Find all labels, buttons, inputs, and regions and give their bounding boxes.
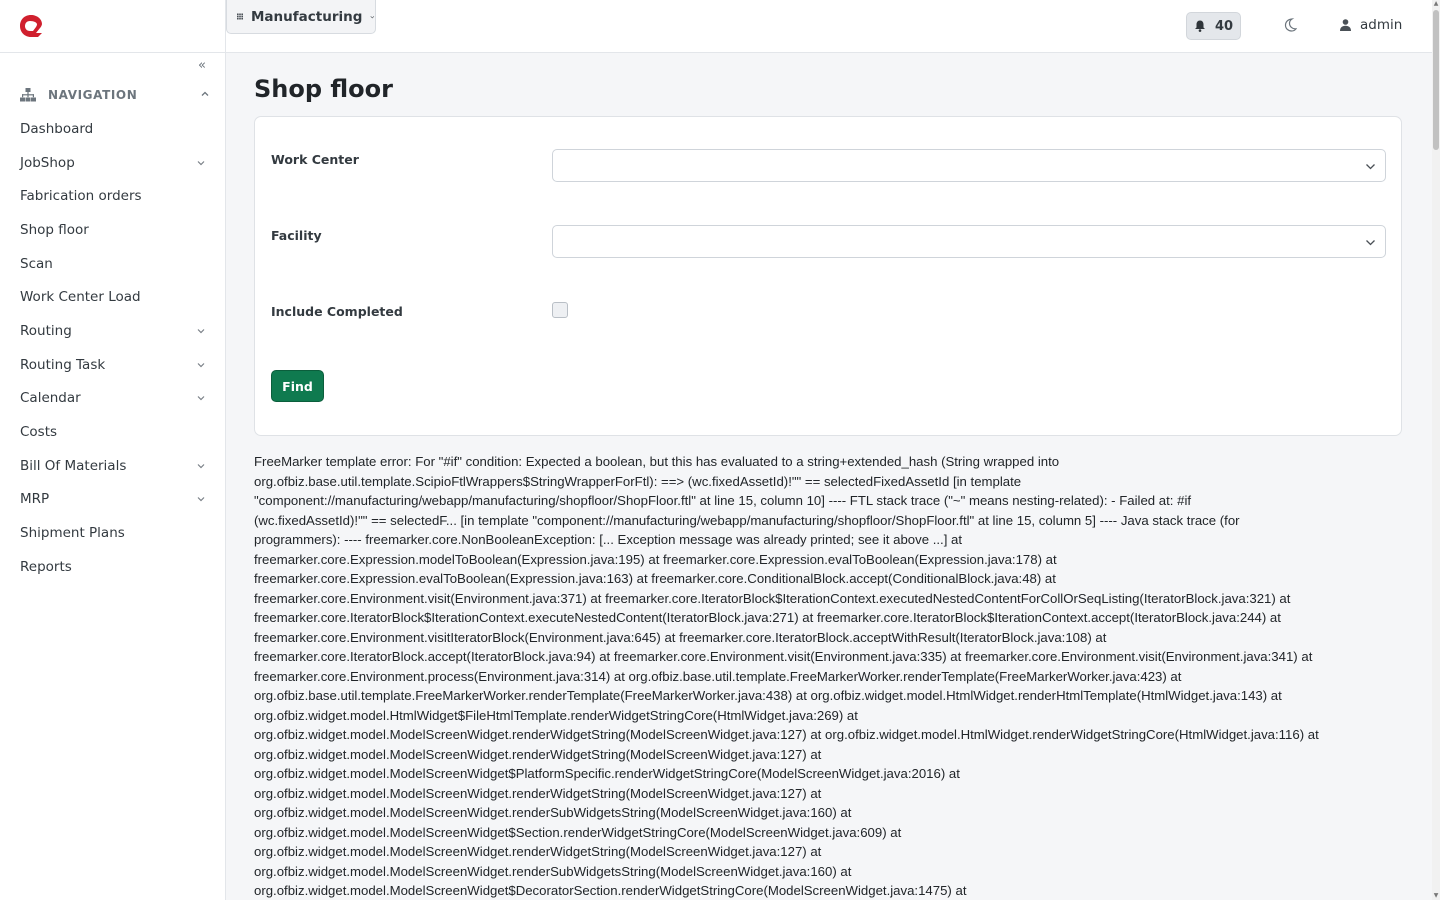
error-line: freemarker.core.IteratorBlock.accept(Ite…: [254, 649, 1313, 664]
sidebar-item-label: Scan: [20, 255, 53, 272]
error-line: org.ofbiz.widget.model.ModelScreenWidget…: [254, 824, 902, 840]
error-line: freemarker.core.IteratorBlock$IterationC…: [254, 610, 1281, 625]
sidebar-item-fabrication-orders[interactable]: Fabrication orders: [0, 179, 226, 213]
sidebar-item-label: Routing: [20, 322, 72, 339]
search-form-card: Work Center Facility Include Completed F…: [254, 116, 1402, 436]
error-line: freemarker.core.Expression.evalToBoolean…: [254, 571, 1056, 586]
sidebar-item-label: Reports: [20, 558, 72, 575]
user-icon: [1340, 19, 1351, 31]
chevron-down-icon: [1366, 164, 1375, 170]
chevron-down-icon: [197, 329, 205, 334]
chevron-down-icon: [370, 15, 375, 18]
sidebar-item-routing-task[interactable]: Routing Task: [0, 348, 226, 382]
notification-count: 40: [1214, 18, 1234, 34]
error-line: org.ofbiz.widget.model.ModelScreenWidget…: [254, 805, 852, 820]
error-line: org.ofbiz.base.util.template.ScipioFtlWr…: [254, 473, 1022, 489]
chevron-down-icon: [197, 362, 205, 368]
error-line: org.ofbiz.widget.model.ModelScreenWidget…: [254, 844, 822, 859]
scroll-up-arrow-icon[interactable]: ▲: [1432, 0, 1440, 8]
error-line: org.ofbiz.widget.model.ModelScreenWidget…: [254, 785, 822, 801]
sitemap-icon: [20, 88, 36, 102]
error-line: org.ofbiz.widget.model.ModelScreenWidget…: [254, 863, 852, 879]
sidebar-item-reports[interactable]: Reports: [0, 550, 226, 584]
sidebar-item-label: Fabrication orders: [20, 188, 142, 205]
page-scrollbar[interactable]: ▲ ▼: [1432, 0, 1440, 900]
app-name: Manufacturing: [251, 8, 363, 25]
sidebar-item-routing[interactable]: Routing: [0, 314, 226, 348]
moon-icon[interactable]: [1283, 18, 1297, 32]
logo-area: [0, 0, 225, 53]
sidebar-item-shipment-plans[interactable]: Shipment Plans: [0, 516, 226, 550]
error-line: (wc.fixedAssetId)!"" == selectedF... [in…: [254, 512, 1240, 528]
sidebar-item-calendar[interactable]: Calendar: [0, 382, 226, 416]
freemarker-error-message: FreeMarker template error: For "#if" con…: [254, 452, 1394, 900]
error-line: org.ofbiz.base.util.template.FreeMarkerW…: [254, 688, 1282, 703]
sidebar-item-label: Costs: [20, 424, 58, 441]
collapse-sidebar-icon[interactable]: «: [198, 58, 206, 73]
sidebar-item-label: Shipment Plans: [20, 525, 125, 542]
brand-logo-icon[interactable]: [18, 13, 44, 39]
chevron-down-icon: [197, 463, 205, 469]
error-line: org.ofbiz.widget.model.ModelScreenWidget…: [254, 883, 967, 898]
facility-select[interactable]: [552, 225, 1386, 258]
work-center-label: Work Center: [271, 152, 359, 167]
include-completed-label: Include Completed: [271, 304, 403, 319]
nav-section-label: NAVIGATION: [48, 88, 138, 102]
work-center-select[interactable]: [552, 149, 1386, 182]
error-line: org.ofbiz.widget.model.ModelScreenWidget…: [254, 727, 1319, 742]
sidebar-item-jobshop[interactable]: JobShop: [0, 146, 226, 180]
error-line: freemarker.core.Environment.visit(Enviro…: [254, 590, 1291, 606]
user-name: admin: [1360, 17, 1403, 33]
sidebar-item-label: Shop floor: [20, 221, 89, 238]
chevron-down-icon: [197, 396, 205, 401]
sidebar-item-scan[interactable]: Scan: [0, 247, 226, 281]
sidebar-item-label: Dashboard: [20, 120, 94, 137]
sidebar-item-work-center-load[interactable]: Work Center Load: [0, 280, 226, 314]
page-title: Shop floor: [254, 75, 393, 103]
notifications-button[interactable]: 40: [1186, 12, 1241, 40]
grid-icon: [237, 13, 243, 20]
nav-section-header[interactable]: NAVIGATION: [20, 88, 210, 102]
sidebar-item-label: Calendar: [20, 390, 81, 407]
error-line: freemarker.core.Expression.modelToBoolea…: [254, 551, 1057, 567]
error-line: org.ofbiz.widget.model.HtmlWidget$FileHt…: [254, 707, 858, 723]
app-switcher-button[interactable]: Manufacturing: [226, 0, 376, 34]
sidebar: « NAVIGATION Dashboard JobShop Fabrication…: [0, 0, 226, 900]
sidebar-item-dashboard[interactable]: Dashboard: [0, 112, 226, 146]
user-menu[interactable]: admin: [1340, 17, 1402, 33]
bell-icon: [1194, 20, 1205, 32]
sidebar-item-label: JobShop: [20, 154, 75, 171]
chevron-up-icon: [200, 89, 210, 102]
sidebar-item-label: Routing Task: [20, 356, 106, 373]
facility-label: Facility: [271, 228, 322, 243]
scroll-down-arrow-icon[interactable]: ▼: [1432, 892, 1440, 900]
sidebar-item-label: Bill Of Materials: [20, 457, 127, 474]
error-line: programmers): ---- freemarker.core.NonBo…: [254, 532, 963, 547]
error-line: "component://manufacturing/webapp/manufa…: [254, 493, 1192, 508]
sidebar-item-costs[interactable]: Costs: [0, 415, 226, 449]
chevron-down-icon: [1366, 240, 1375, 246]
sidebar-item-label: MRP: [20, 491, 50, 508]
error-line: freemarker.core.Environment.visitIterato…: [254, 629, 1107, 645]
error-line: org.ofbiz.widget.model.ModelScreenWidget…: [254, 766, 960, 781]
sidebar-item-label: Work Center Load: [20, 289, 141, 306]
nav-list: Dashboard JobShop Fabrication orders Shop f…: [0, 112, 226, 584]
topbar: Manufacturing 40 admin: [226, 0, 1432, 53]
include-completed-checkbox[interactable]: [552, 302, 568, 318]
find-button[interactable]: Find: [271, 370, 324, 402]
error-line: org.ofbiz.widget.model.ModelScreenWidget…: [254, 746, 822, 762]
chevron-down-icon: [197, 497, 205, 502]
chevron-down-icon: [197, 160, 205, 165]
error-line: FreeMarker template error: For "#if" con…: [254, 454, 1060, 469]
error-line: freemarker.core.Environment.process(Envi…: [254, 668, 1182, 684]
sidebar-item-shop-floor[interactable]: Shop floor: [0, 213, 226, 247]
sidebar-item-bill-of-materials[interactable]: Bill Of Materials: [0, 449, 226, 483]
sidebar-item-mrp[interactable]: MRP: [0, 483, 226, 517]
scrollbar-thumb[interactable]: [1433, 10, 1439, 150]
